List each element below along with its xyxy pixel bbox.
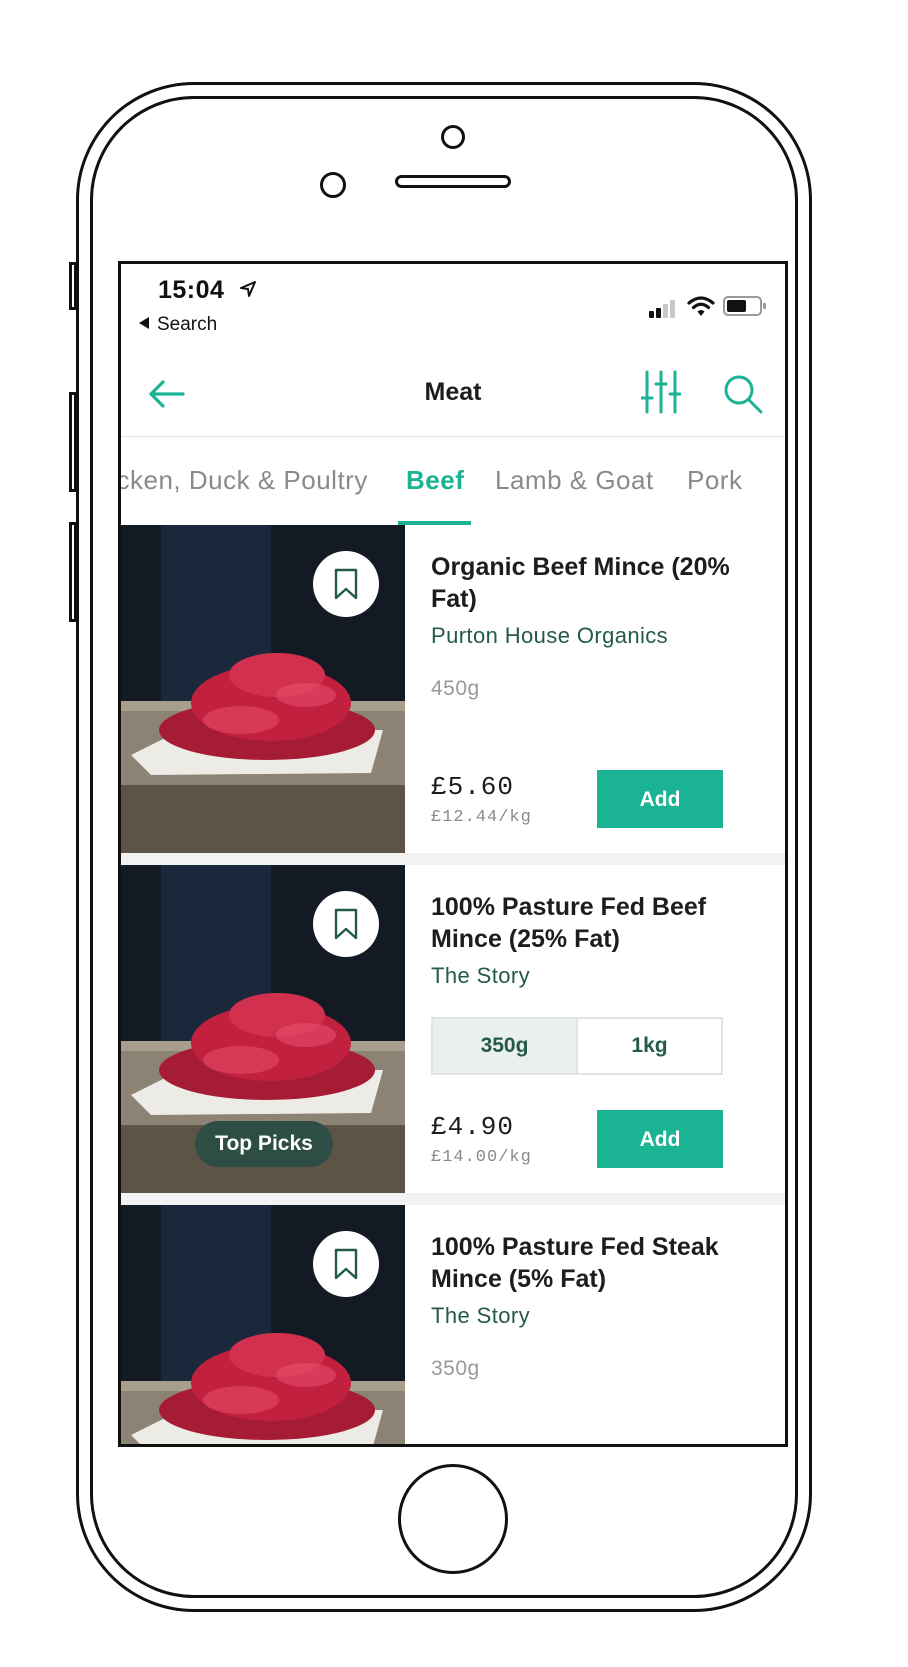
back-triangle-icon	[139, 317, 149, 329]
tab-lamb-goat[interactable]: Lamb & Goat	[495, 437, 654, 525]
product-title[interactable]: 100% Pasture Fed Steak Mince (5% Fat)	[431, 1231, 741, 1295]
nav-bar: Meat	[121, 354, 785, 437]
product-card[interactable]: 100% Pasture Fed Steak Mince (5% Fat) Th…	[121, 1205, 785, 1444]
product-brand[interactable]: The Story	[431, 963, 530, 989]
phone-silent-switch	[69, 262, 77, 310]
filter-sliders-icon[interactable]	[641, 368, 681, 416]
product-brand[interactable]: The Story	[431, 1303, 530, 1329]
bookmark-button[interactable]	[313, 1231, 379, 1297]
product-brand[interactable]: Purton House Organics	[431, 623, 668, 649]
tab-chicken-duck-poultry[interactable]: Chicken, Duck & Poultry	[121, 437, 368, 525]
tab-pork[interactable]: Pork	[687, 437, 742, 525]
product-weight: 350g	[431, 1357, 480, 1380]
phone-volume-up	[69, 392, 77, 492]
product-title[interactable]: 100% Pasture Fed Beef Mince (25% Fat)	[431, 891, 741, 955]
card-separator	[121, 853, 785, 865]
category-tabs: Chicken, Duck & Poultry Beef Lamb & Goat…	[121, 437, 785, 526]
size-option-1kg[interactable]: 1kg	[578, 1019, 721, 1073]
signal-icon	[649, 300, 675, 318]
app-screen: 15:04 Search Meat ken, Duck & Poultry Be…	[118, 261, 788, 1447]
product-title[interactable]: Organic Beef Mince (20% Fat)	[431, 551, 741, 615]
battery-icon	[723, 296, 766, 316]
size-option-350g[interactable]: 350g	[433, 1019, 578, 1073]
bookmark-button[interactable]	[313, 551, 379, 617]
back-to-app-link[interactable]: Search	[139, 314, 217, 336]
status-bar: 15:04 Search	[121, 264, 785, 354]
bookmark-icon	[334, 1248, 358, 1280]
bookmark-icon	[334, 908, 358, 940]
bookmark-button[interactable]	[313, 891, 379, 957]
search-icon[interactable]	[721, 372, 765, 416]
home-button[interactable]	[398, 1464, 508, 1574]
add-to-basket-button[interactable]: Add	[597, 770, 723, 828]
product-card[interactable]: Organic Beef Mince (20% Fat) Purton Hous…	[121, 525, 785, 853]
wifi-icon	[687, 296, 715, 316]
front-camera	[441, 125, 465, 149]
proximity-sensor	[320, 172, 346, 198]
product-weight: 450g	[431, 677, 480, 700]
add-to-basket-button[interactable]: Add	[597, 1110, 723, 1168]
size-selector: 350g 1kg	[431, 1017, 723, 1075]
product-unit-price: £12.44/kg	[431, 808, 532, 827]
card-separator	[121, 1193, 785, 1205]
status-time: 15:04	[158, 276, 225, 304]
tab-beef[interactable]: Beef	[406, 437, 464, 525]
product-unit-price: £14.00/kg	[431, 1148, 532, 1167]
back-app-label: Search	[157, 314, 218, 335]
product-price: £5.60	[431, 772, 515, 802]
location-arrow-icon	[240, 281, 256, 297]
product-info: Organic Beef Mince (20% Fat) Purton Hous…	[431, 525, 785, 853]
bookmark-icon	[334, 568, 358, 600]
page-title: Meat	[424, 378, 482, 406]
product-info: 100% Pasture Fed Steak Mince (5% Fat) Th…	[431, 1205, 785, 1444]
phone-volume-down	[69, 522, 77, 622]
product-card[interactable]: Top Picks 100% Pasture Fed Beef Mince (2…	[121, 865, 785, 1193]
product-price: £4.90	[431, 1112, 515, 1142]
top-picks-badge: Top Picks	[195, 1121, 333, 1167]
product-info: 100% Pasture Fed Beef Mince (25% Fat) Th…	[431, 865, 785, 1193]
earpiece-speaker	[395, 175, 511, 188]
